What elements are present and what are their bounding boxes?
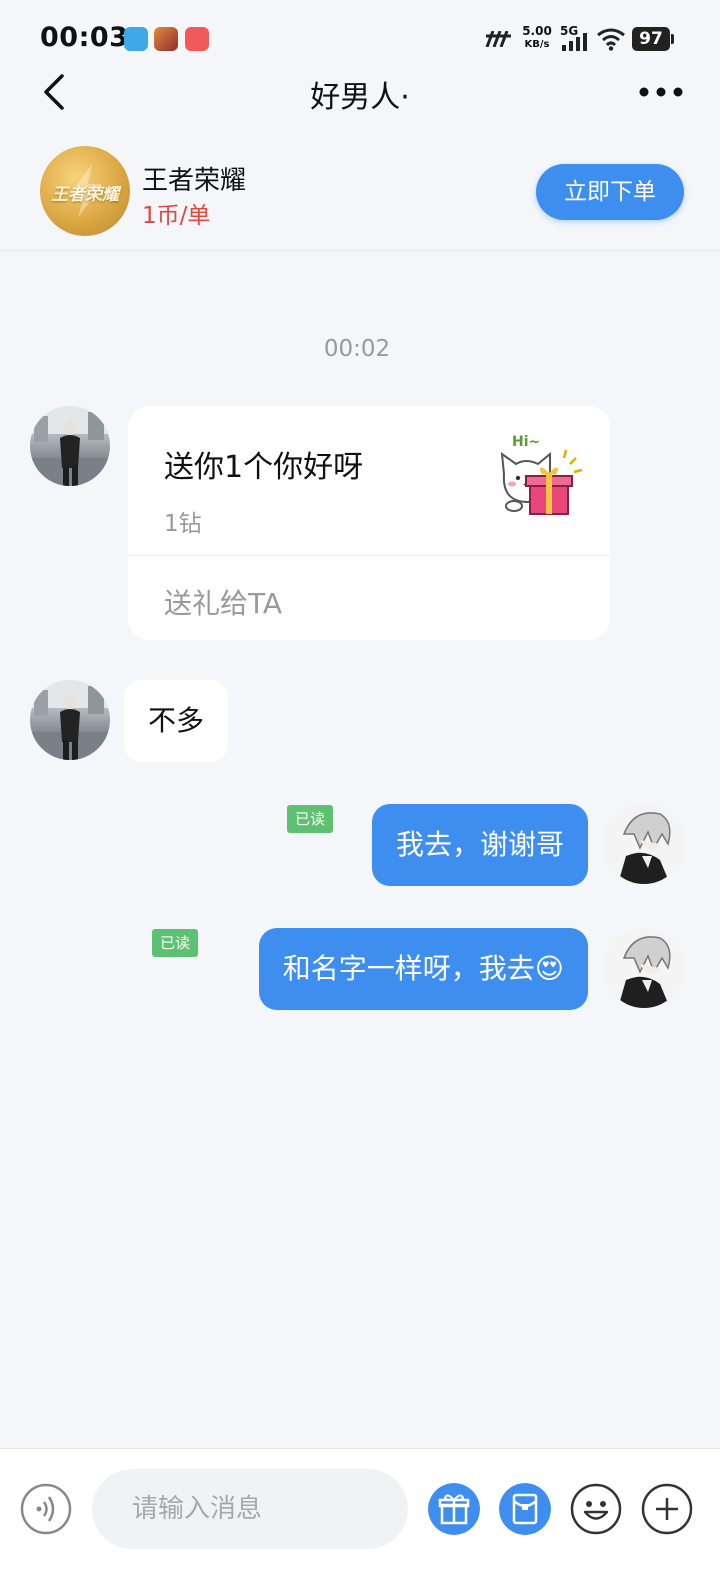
send-gift-link[interactable]: 送礼给TA [164, 582, 282, 622]
battery-indicator: 97 [632, 27, 670, 51]
battery-tip [671, 34, 674, 44]
game-logo: 王者荣耀 [40, 146, 130, 236]
back-arrow-icon[interactable] [36, 70, 76, 114]
signal-icon [562, 33, 587, 51]
gift-cost: 1钻 [164, 511, 202, 537]
cat-gift-sticker: Hi~ [494, 434, 584, 530]
net-speed: 5.00 KB/s [520, 24, 554, 52]
person-figure [30, 680, 110, 760]
service-price: 1币/单 [142, 203, 211, 229]
wifi-icon [597, 28, 625, 51]
service-name: 王者荣耀 [142, 166, 247, 196]
app-notification-icon [185, 27, 209, 51]
voice-icon[interactable] [20, 1483, 72, 1535]
message-timestamp: 00:02 [323, 336, 391, 362]
chat-title: 好男人· [310, 80, 410, 115]
app-notification-icon [124, 27, 148, 51]
status-time: 00:03 [40, 22, 129, 53]
plus-icon[interactable] [641, 1483, 693, 1535]
red-packet-icon[interactable] [499, 1483, 551, 1535]
my-avatar[interactable] [604, 928, 684, 1008]
anime-figure [618, 936, 671, 1008]
contact-avatar[interactable] [30, 406, 110, 486]
logo-text: 王者荣耀 [51, 185, 119, 205]
person-figure [30, 406, 110, 486]
divider [128, 555, 610, 556]
contact-avatar[interactable] [30, 680, 110, 760]
gift-title: 送你1个你好呀 [164, 450, 364, 485]
emoji-icon[interactable] [570, 1483, 622, 1535]
gift-message-card: 送你1个你好呀 1钻 送礼给TA Hi~ [128, 406, 610, 640]
input-bar [0, 1448, 720, 1585]
message-bubble[interactable]: 我去，谢谢哥 [371, 804, 588, 886]
service-card: 王者荣耀 王者荣耀 1币/单 立即下单 [0, 128, 720, 251]
cat-icon [500, 449, 583, 515]
message-bubble[interactable]: 和名字一样呀，我去😍 [258, 928, 588, 1010]
net-speed-value: 5.00 [522, 24, 552, 38]
read-status-badge: 已读 [152, 929, 199, 957]
game-notification-icon [154, 27, 178, 51]
net-speed-unit: KB/s [524, 39, 550, 50]
message-bubble[interactable]: 不多 [124, 680, 229, 762]
order-now-button[interactable]: 立即下单 [536, 164, 684, 220]
anime-figure [618, 812, 671, 884]
more-dots-icon[interactable] [636, 78, 686, 106]
nfc-icon [485, 31, 511, 47]
gift-icon[interactable] [428, 1483, 480, 1535]
message-input[interactable] [92, 1469, 408, 1549]
my-avatar[interactable] [604, 804, 684, 884]
read-status-badge: 已读 [287, 805, 334, 833]
